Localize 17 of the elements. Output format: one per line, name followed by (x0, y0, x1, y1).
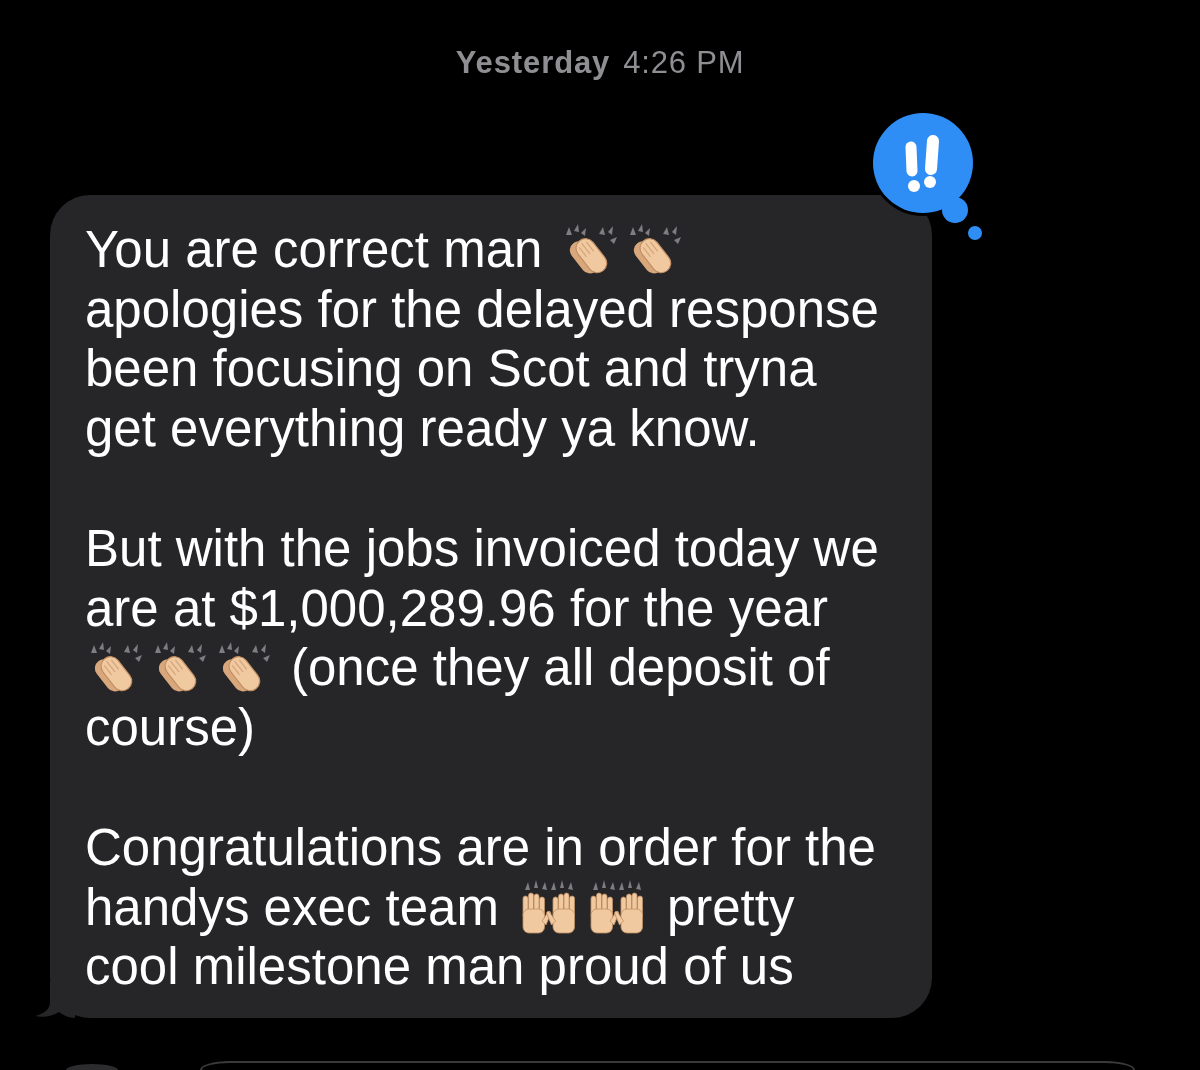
message-text: course) (85, 697, 256, 757)
timestamp-day: Yesterday (455, 45, 611, 81)
round-button[interactable] (66, 1064, 118, 1070)
double-exclamation-icon (870, 110, 985, 243)
message-text: But with the jobs invoiced today we (85, 519, 879, 579)
message-text: (once they all deposit of (291, 638, 830, 698)
message-input-field[interactable] (200, 1061, 1135, 1070)
message-text: are at $1,000,289.96 for the year (85, 578, 828, 638)
message-text: handys exec team (85, 877, 499, 937)
message-text: been focusing on Scot and tryna (85, 339, 817, 399)
message-text: pretty (666, 877, 795, 937)
message-text: cool milestone man proud of us (85, 937, 794, 997)
message-text: You are correct man (85, 220, 543, 280)
message-text: Congratulations are in order for the (85, 818, 876, 878)
message-text: apologies for the delayed response (85, 279, 879, 339)
message-text: get everything ready ya know. (85, 398, 760, 458)
timestamp-time: 4:26 PM (623, 45, 745, 81)
